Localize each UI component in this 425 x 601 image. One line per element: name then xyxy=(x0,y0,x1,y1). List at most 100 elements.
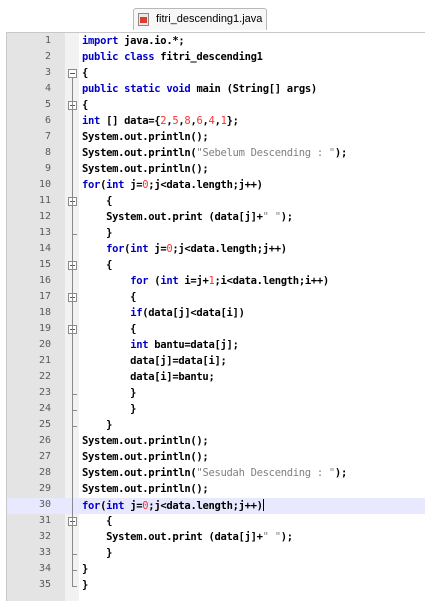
code-text: import java.io.*; xyxy=(82,35,185,47)
code-line[interactable]: 11 { xyxy=(7,194,425,210)
code-line[interactable]: 30 for(int j=0;j<data.length;j++) xyxy=(7,498,425,514)
code-line[interactable]: 4 public static void main (String[] args) xyxy=(7,82,425,98)
code-text: System.out.println(); xyxy=(82,131,209,143)
line-number: 19 xyxy=(38,323,51,334)
tab-bar: fitri_descending1.java xyxy=(0,0,425,32)
code-line[interactable]: 33 } xyxy=(7,546,425,562)
code-text: for (int i=j+1;i<data.length;i++) xyxy=(130,275,329,287)
line-number: 3 xyxy=(44,67,51,78)
fold-toggle-icon[interactable] xyxy=(68,69,77,78)
code-text: int bantu=data[j]; xyxy=(130,339,239,351)
code-text: System.out.println("Sebelum Descending :… xyxy=(82,147,347,159)
fold-guide xyxy=(72,526,73,554)
code-line[interactable]: 6 int [] data={2,5,8,6,4,1}; xyxy=(7,114,425,130)
code-text: { xyxy=(82,67,89,79)
code-line[interactable]: 29 System.out.println(); xyxy=(7,482,425,498)
line-number: 31 xyxy=(38,515,51,526)
code-line[interactable]: 13 } xyxy=(7,226,425,242)
code-text: System.out.println(); xyxy=(82,451,209,463)
code-editor[interactable]: 1 import java.io.*; 2 public class fitri_de… xyxy=(6,32,425,601)
fold-guide-end xyxy=(72,586,77,587)
code-line[interactable]: 31 { xyxy=(7,514,425,530)
code-text: { xyxy=(82,195,113,207)
line-number: 25 xyxy=(38,419,51,430)
line-number: 11 xyxy=(38,195,51,206)
code-line[interactable]: 19 { xyxy=(7,322,425,338)
fold-guide-end xyxy=(72,426,77,427)
code-text: System.out.print (data[j]+" "); xyxy=(82,211,293,223)
code-line[interactable]: 25 } xyxy=(7,418,425,434)
code-line[interactable]: 18 if(data[j]<data[i]) xyxy=(7,306,425,322)
code-line[interactable]: 1 import java.io.*; xyxy=(7,34,425,50)
code-line[interactable]: 21 data[j]=data[i]; xyxy=(7,354,425,370)
code-text: { xyxy=(82,99,89,111)
file-tab[interactable]: fitri_descending1.java xyxy=(133,8,267,30)
line-number: 5 xyxy=(44,99,51,110)
code-text: } xyxy=(82,403,137,415)
code-line[interactable]: 27 System.out.println(); xyxy=(7,450,425,466)
code-text: { xyxy=(82,515,113,527)
code-line[interactable]: 34} xyxy=(7,562,425,578)
file-tab-label: fitri_descending1.java xyxy=(156,13,263,25)
code-text: System.out.println(); xyxy=(82,435,209,447)
code-line[interactable]: 16 for (int i=j+1;i<data.length;i++) xyxy=(7,274,425,290)
code-text: { xyxy=(82,259,113,271)
code-line[interactable]: 22 data[i]=bantu; xyxy=(7,370,425,386)
code-text: data[i]=bantu; xyxy=(82,371,215,383)
fold-guide-end xyxy=(72,394,77,395)
code-text: int [] data={2,5,8,6,4,1}; xyxy=(82,115,239,127)
code-line[interactable]: 10 for(int j=0;j<data.length;j++) xyxy=(7,178,425,194)
code-line[interactable]: 28 System.out.println("Sesudah Descending… xyxy=(7,466,425,482)
line-number: 29 xyxy=(38,483,51,494)
code-line[interactable]: 12 System.out.print (data[j]+" "); xyxy=(7,210,425,226)
line-number: 30 xyxy=(38,499,51,510)
line-number: 23 xyxy=(38,387,51,398)
fold-guide-end xyxy=(72,570,77,571)
fold-guide-end xyxy=(72,554,77,555)
code-text: System.out.println("Sesudah Descending :… xyxy=(82,467,347,479)
code-text: for(int j=0;j<data.length;j++) xyxy=(82,179,263,191)
line-number: 14 xyxy=(38,243,51,254)
line-number: 27 xyxy=(38,451,51,462)
code-line[interactable]: 14 for(int j=0;j<data.length;j++) xyxy=(7,242,425,258)
code-line[interactable]: 35} xyxy=(7,578,425,594)
line-number: 8 xyxy=(44,147,51,158)
code-line[interactable]: 3{ xyxy=(7,66,425,82)
code-text: } xyxy=(82,387,137,399)
code-line[interactable]: 23 } xyxy=(7,386,425,402)
line-number: 28 xyxy=(38,467,51,478)
code-line[interactable]: 5{ xyxy=(7,98,425,114)
code-line[interactable]: 15 { xyxy=(7,258,425,274)
code-text: data[j]=data[i]; xyxy=(82,355,227,367)
line-number: 1 xyxy=(44,35,51,46)
code-text: for(int j=0;j<data.length;j++) xyxy=(82,499,264,512)
code-text: System.out.println(); xyxy=(82,163,209,175)
code-text: System.out.print (data[j]+" "); xyxy=(82,531,293,543)
line-number: 24 xyxy=(38,403,51,414)
line-number: 16 xyxy=(38,275,51,286)
code-text: public class fitri_descending1 xyxy=(82,51,263,63)
line-number: 33 xyxy=(38,547,51,558)
code-text: for(int j=0;j<data.length;j++) xyxy=(106,243,287,255)
line-number: 35 xyxy=(38,579,51,590)
code-text: } xyxy=(82,547,113,559)
line-number: 17 xyxy=(38,291,51,302)
code-text: } xyxy=(82,227,113,239)
code-line[interactable]: 24 } xyxy=(7,402,425,418)
line-number: 2 xyxy=(44,51,51,62)
code-line[interactable]: 20 int bantu=data[j]; xyxy=(7,338,425,354)
code-text: System.out.println(); xyxy=(82,483,209,495)
line-number: 21 xyxy=(38,355,51,366)
code-text: if(data[j]<data[i]) xyxy=(130,307,245,319)
code-text: } xyxy=(82,419,113,431)
code-line[interactable]: 26 System.out.println(); xyxy=(7,434,425,450)
code-line[interactable]: 32 System.out.print (data[j]+" "); xyxy=(7,530,425,546)
code-text: { xyxy=(82,323,137,335)
code-line[interactable]: 17 { xyxy=(7,290,425,306)
fold-guide-end xyxy=(72,410,77,411)
code-line[interactable]: 8 System.out.println("Sebelum Descending … xyxy=(7,146,425,162)
line-number: 15 xyxy=(38,259,51,270)
code-line[interactable]: 2 public class fitri_descending1 xyxy=(7,50,425,66)
code-line[interactable]: 9 System.out.println(); xyxy=(7,162,425,178)
code-line[interactable]: 7 System.out.println(); xyxy=(7,130,425,146)
